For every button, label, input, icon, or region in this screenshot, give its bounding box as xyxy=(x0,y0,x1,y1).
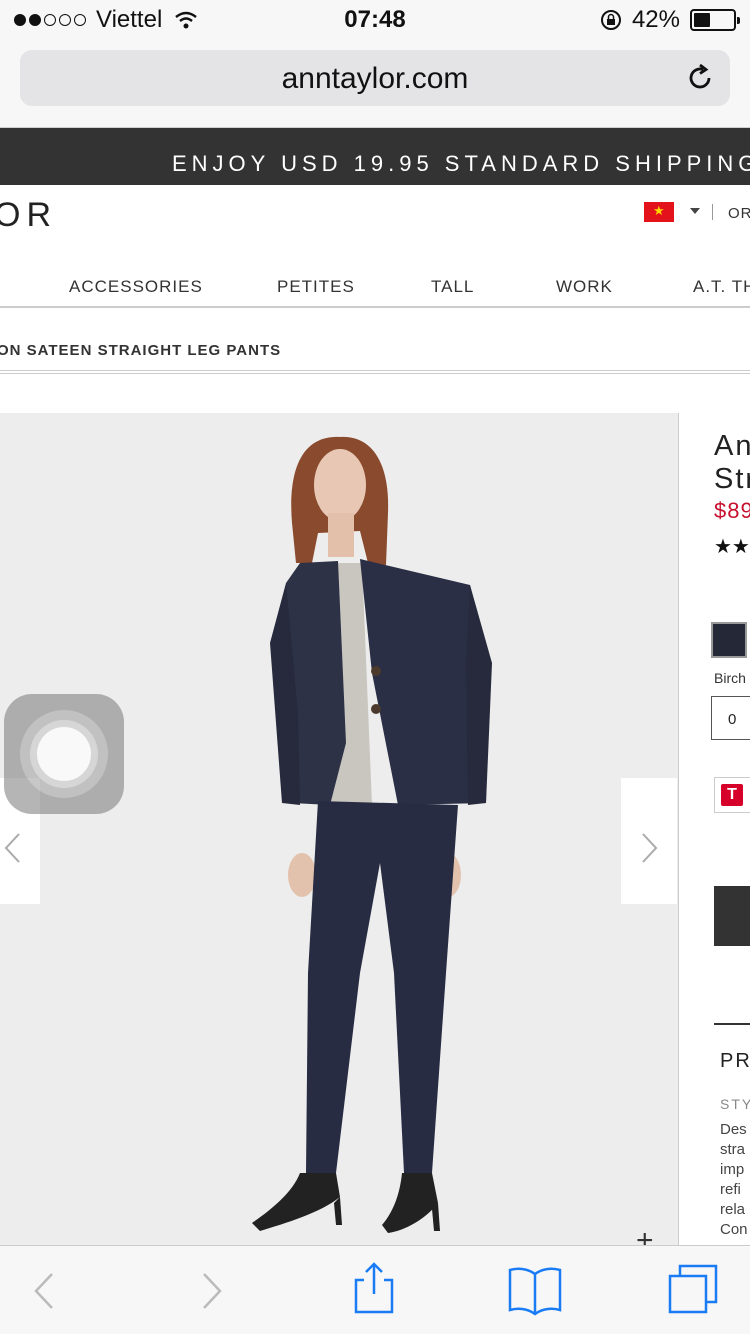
site-logo[interactable]: OR xyxy=(0,196,57,235)
browser-address-area: anntaylor.com xyxy=(0,40,750,128)
description-line: Des xyxy=(720,1121,747,1138)
description-line: stra xyxy=(720,1141,746,1158)
tabs-icon xyxy=(668,1264,718,1314)
tall-badge[interactable]: T xyxy=(714,777,750,813)
book-icon xyxy=(508,1267,562,1316)
description-line: Con xyxy=(720,1221,748,1238)
status-right: 42% xyxy=(600,6,740,34)
product-title-line-2: Str xyxy=(714,463,750,495)
description-line: refi xyxy=(720,1181,741,1198)
model-photo xyxy=(252,436,492,1233)
description-line: rela xyxy=(720,1201,746,1218)
tall-badge-icon: T xyxy=(721,784,743,806)
rating-stars[interactable]: ★★ xyxy=(714,534,750,559)
share-icon xyxy=(354,1262,394,1314)
image-divider xyxy=(678,413,679,1245)
details-divider xyxy=(714,1023,750,1025)
next-image-button[interactable] xyxy=(621,778,677,904)
reload-icon[interactable] xyxy=(684,62,716,94)
nav-item-work[interactable]: WORK xyxy=(556,277,613,297)
breadcrumb[interactable]: ON SATEEN STRAIGHT LEG PANTS xyxy=(0,342,281,359)
battery-percent: 42% xyxy=(631,6,680,33)
nav-item-at-the[interactable]: A.T. TH xyxy=(693,277,750,297)
forward-button[interactable] xyxy=(172,1246,252,1334)
nav-item-accessories[interactable]: ACCESSORIES xyxy=(69,277,203,297)
promo-banner[interactable]: ENJOY USD 19.95 STANDARD SHIPPING xyxy=(0,128,750,185)
style-label: STY xyxy=(720,1096,750,1112)
address-bar[interactable]: anntaylor.com xyxy=(20,50,730,106)
product-title-line-1: An xyxy=(714,430,750,462)
assistive-touch-button[interactable] xyxy=(4,694,124,814)
size-option[interactable]: 0 xyxy=(711,696,750,740)
vietnam-flag-icon[interactable] xyxy=(644,202,674,222)
chevron-left-icon xyxy=(34,1273,53,1309)
breadcrumb-divider xyxy=(0,370,750,374)
status-bar: Viettel 07:48 42% xyxy=(0,0,750,40)
chevron-down-icon[interactable] xyxy=(690,208,700,214)
main-nav: ACCESSORIES PETITES TALL WORK A.T. TH xyxy=(0,262,750,308)
header-divider xyxy=(712,204,713,220)
order-status-link[interactable]: OR xyxy=(728,205,750,222)
nav-item-tall[interactable]: TALL xyxy=(431,277,474,297)
color-swatch[interactable] xyxy=(711,622,747,658)
color-name: Birch xyxy=(714,670,746,686)
rotation-lock-icon xyxy=(600,10,621,30)
product-title: An Str xyxy=(714,430,750,496)
add-to-bag-button[interactable] xyxy=(714,886,750,946)
battery-icon xyxy=(690,9,740,31)
nav-item-petites[interactable]: PETITES xyxy=(277,277,355,297)
promo-text: ENJOY USD 19.95 STANDARD SHIPPING xyxy=(172,151,750,176)
share-button[interactable] xyxy=(334,1246,414,1334)
product-description: Des stra imp refi rela Con xyxy=(720,1120,750,1240)
chevron-right-icon xyxy=(642,833,658,863)
description-line: imp xyxy=(720,1161,745,1178)
product-details-heading[interactable]: PR xyxy=(720,1050,750,1073)
product-price: $89 xyxy=(714,498,750,523)
product-image[interactable] xyxy=(0,413,678,1245)
bookmarks-button[interactable] xyxy=(495,1246,575,1334)
chevron-right-icon xyxy=(203,1273,222,1309)
back-button[interactable] xyxy=(4,1246,84,1334)
url-text[interactable]: anntaylor.com xyxy=(20,62,730,96)
tabs-button[interactable] xyxy=(656,1246,736,1334)
browser-toolbar xyxy=(0,1245,750,1334)
